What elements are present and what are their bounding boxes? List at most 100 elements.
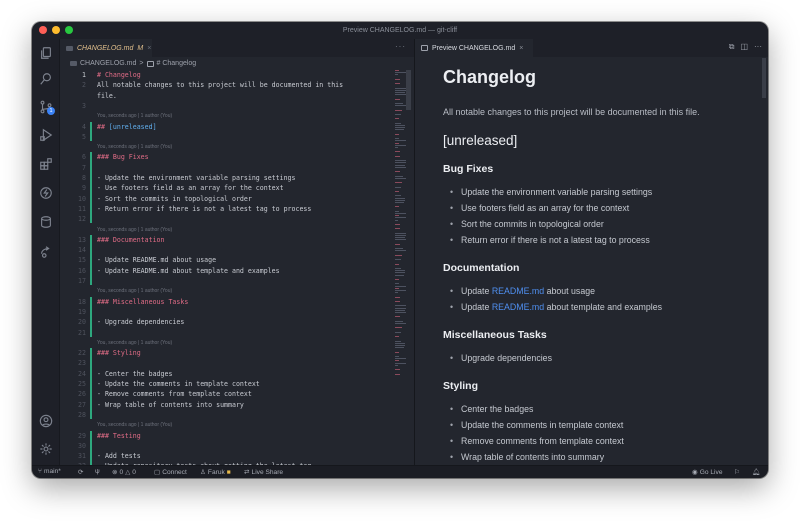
feedback-icon[interactable]: ⚐ bbox=[734, 468, 740, 476]
live-share-button[interactable]: ⇄ Live Share bbox=[244, 468, 283, 477]
code-line[interactable]: 21 bbox=[60, 328, 390, 338]
close-window-button[interactable] bbox=[39, 26, 47, 34]
git-change-indicator[interactable] bbox=[90, 430, 92, 465]
git-change-indicator[interactable] bbox=[90, 121, 92, 142]
line-text: - Add tests bbox=[97, 452, 141, 461]
git-change-indicator[interactable] bbox=[90, 348, 92, 420]
git-blame-annotation[interactable]: You, seconds ago | 1 author (You) bbox=[60, 111, 390, 121]
notifications-bell-icon[interactable]: 🔔︎ bbox=[752, 468, 760, 476]
database-icon[interactable] bbox=[38, 214, 54, 230]
code-line[interactable]: 2 All notable changes to this project wil… bbox=[60, 80, 390, 90]
code-line[interactable]: 23 bbox=[60, 358, 390, 368]
line-number: 13 bbox=[78, 235, 86, 244]
code-line[interactable]: 11 - Return error if there is not a lates… bbox=[60, 204, 390, 214]
code-line[interactable]: file. bbox=[60, 91, 390, 101]
code-line[interactable]: 25 - Update the comments in template cont… bbox=[60, 379, 390, 389]
code-line[interactable]: 3 bbox=[60, 101, 390, 111]
code-editor[interactable]: 1 # Changelog 2 All notable changes to this… bbox=[60, 70, 390, 465]
code-line[interactable]: 8 - Update the environment variable parsi… bbox=[60, 173, 390, 183]
tab-changelog-md[interactable]: CHANGELOG.md M × bbox=[60, 39, 152, 57]
code-line[interactable]: 30 bbox=[60, 441, 390, 451]
maximize-window-button[interactable] bbox=[65, 26, 73, 34]
problems-indicator[interactable]: ⊗ 0 △ 0 bbox=[112, 468, 136, 477]
code-line[interactable]: 29 ### Testing bbox=[60, 431, 390, 441]
line-text: - Wrap table of contents into summary bbox=[97, 400, 244, 409]
minimap-line bbox=[395, 292, 398, 294]
minimap-line bbox=[395, 70, 400, 71]
minimap-line bbox=[395, 197, 406, 199]
git-blame-annotation[interactable]: You, seconds ago | 1 author (You) bbox=[60, 338, 390, 348]
readme-link[interactable]: README.md bbox=[492, 302, 544, 312]
broadcast-icon: ◉ bbox=[692, 469, 698, 476]
source-control-icon[interactable]: 1 bbox=[38, 99, 55, 115]
go-live-button[interactable]: ◉ Go Live bbox=[692, 468, 723, 477]
code-line[interactable]: 13 ### Documentation bbox=[60, 235, 390, 245]
code-line[interactable]: 14 bbox=[60, 245, 390, 255]
branch-indicator[interactable]: ⑂ main* bbox=[38, 468, 61, 475]
code-line[interactable]: 26 - Remove comments from template contex… bbox=[60, 389, 390, 399]
minimap-line bbox=[395, 336, 400, 338]
code-line[interactable]: 12 bbox=[60, 214, 390, 224]
search-icon[interactable] bbox=[38, 71, 54, 87]
connect-button[interactable]: ▢ Connect bbox=[154, 468, 187, 477]
code-line[interactable]: 16 - Update README.md about template and … bbox=[60, 266, 390, 276]
code-line[interactable]: 19 bbox=[60, 307, 390, 317]
remote-broadcast-icon[interactable]: ψ bbox=[95, 468, 100, 475]
close-tab-icon[interactable]: × bbox=[519, 45, 523, 52]
account-icon[interactable] bbox=[38, 413, 54, 429]
line-text: - Return error if there is not a latest … bbox=[97, 204, 312, 213]
code-line[interactable]: 4 ## [unreleased] bbox=[60, 122, 390, 132]
run-debug-icon[interactable] bbox=[38, 127, 54, 143]
more-actions-icon[interactable]: ··· bbox=[754, 42, 762, 52]
preview-scrollbar[interactable] bbox=[762, 58, 766, 98]
minimap[interactable] bbox=[394, 70, 406, 465]
readme-link[interactable]: README.md bbox=[492, 286, 544, 296]
code-line[interactable]: 28 bbox=[60, 410, 390, 420]
code-line[interactable]: 18 ### Miscellaneous Tasks bbox=[60, 297, 390, 307]
plug-icon: ▢ bbox=[154, 469, 161, 476]
open-source-icon[interactable]: ⧉ bbox=[729, 42, 735, 52]
code-line[interactable]: 17 bbox=[60, 276, 390, 286]
code-line[interactable]: 10 - Sort the commits in topological orde… bbox=[60, 194, 390, 204]
split-editor-icon[interactable]: ◫ bbox=[740, 42, 748, 52]
more-actions-icon[interactable]: ··· bbox=[395, 42, 406, 51]
explorer-icon[interactable] bbox=[38, 45, 54, 61]
code-line[interactable]: 9 - Use footers field as an array for the… bbox=[60, 183, 390, 193]
sync-icon[interactable]: ⟳ bbox=[78, 468, 84, 476]
code-line[interactable]: 7 bbox=[60, 163, 390, 173]
editor-pane: CHANGELOG.md M × ··· CHANGELOG.md > # Ch… bbox=[60, 39, 414, 465]
settings-gear-icon[interactable] bbox=[38, 441, 54, 457]
git-blame-annotation[interactable]: You, seconds ago | 1 author (You) bbox=[60, 142, 390, 152]
code-line[interactable]: 20 - Upgrade dependencies bbox=[60, 317, 390, 327]
user-indicator[interactable]: ♙ Faruk ■ bbox=[200, 468, 231, 477]
line-number: 22 bbox=[78, 349, 86, 358]
code-line[interactable]: 22 ### Styling bbox=[60, 348, 390, 358]
git-change-indicator[interactable] bbox=[90, 296, 92, 337]
thunder-client-icon[interactable] bbox=[38, 185, 54, 201]
tab-preview-changelog[interactable]: Preview CHANGELOG.md × bbox=[415, 39, 533, 57]
git-change-indicator[interactable] bbox=[90, 152, 92, 224]
code-line[interactable]: 24 - Center the badges bbox=[60, 369, 390, 379]
code-line[interactable]: 1 # Changelog bbox=[60, 70, 390, 80]
breadcrumb-file[interactable]: CHANGELOG.md bbox=[80, 60, 136, 67]
git-blame-annotation[interactable]: You, seconds ago | 1 author (You) bbox=[60, 225, 390, 235]
code-line[interactable]: 27 - Wrap table of contents into summary bbox=[60, 400, 390, 410]
extensions-icon[interactable] bbox=[38, 156, 54, 172]
breadcrumb: CHANGELOG.md > # Changelog bbox=[70, 58, 196, 69]
close-tab-icon[interactable]: × bbox=[147, 45, 151, 52]
minimize-window-button[interactable] bbox=[52, 26, 60, 34]
code-line[interactable]: 31 - Add tests bbox=[60, 451, 390, 461]
git-blame-annotation[interactable]: You, seconds ago | 1 author (You) bbox=[60, 286, 390, 296]
git-change-indicator[interactable] bbox=[90, 234, 92, 286]
code-line[interactable]: 5 bbox=[60, 132, 390, 142]
editor-scrollbar[interactable] bbox=[406, 70, 411, 110]
remote-share-icon[interactable] bbox=[38, 244, 54, 260]
code-line[interactable]: 15 - Update README.md about usage bbox=[60, 255, 390, 265]
git-blame-annotation[interactable]: You, seconds ago | 1 author (You) bbox=[60, 420, 390, 430]
minimap-line bbox=[395, 160, 406, 162]
minimap-line bbox=[395, 142, 400, 144]
breadcrumb-symbol[interactable]: # Changelog bbox=[157, 60, 197, 67]
minimap-line bbox=[395, 140, 406, 142]
code-line[interactable]: 6 ### Bug Fixes bbox=[60, 152, 390, 162]
title-bar: Preview CHANGELOG.md — git-cliff bbox=[32, 22, 768, 39]
